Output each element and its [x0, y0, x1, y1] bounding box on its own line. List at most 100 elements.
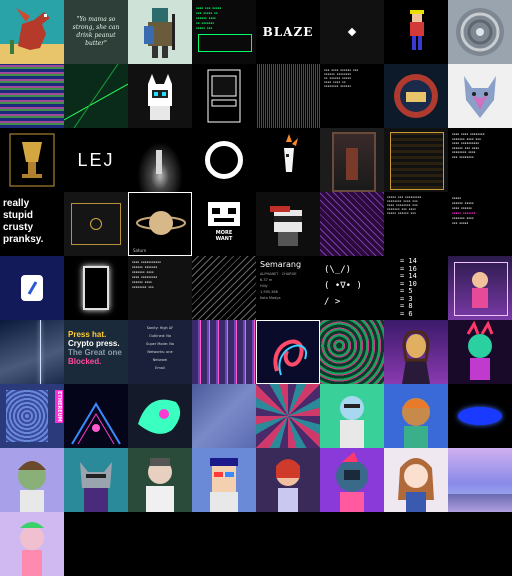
tile-press-hat[interactable]: Press hat. Crypto press. The Great one B…	[64, 320, 128, 384]
tile-avatar-zombie[interactable]	[0, 448, 64, 512]
tile-black-maze[interactable]	[192, 256, 256, 320]
tile-pixel-character[interactable]	[384, 0, 448, 64]
tile-kaomoji[interactable]: (\_/) ( •∇• ) / >	[320, 256, 384, 320]
tile-neon-hall[interactable]	[64, 384, 128, 448]
avatar-zombie-image	[18, 461, 46, 512]
tile-pastel-landscape[interactable]	[448, 448, 512, 512]
tile-wolf[interactable]	[448, 64, 512, 128]
tile-white-ring[interactable]	[192, 128, 256, 192]
robot-words: MORE WANT	[208, 230, 240, 242]
gold-card	[71, 203, 121, 245]
tile-gold-card[interactable]	[64, 192, 128, 256]
robot-word2: WANT	[215, 236, 233, 242]
press-line3: The Great one	[68, 348, 122, 357]
tile-space-streak[interactable]	[0, 320, 64, 384]
tile-green-blob[interactable]	[128, 384, 192, 448]
settings-line-4: Network	[152, 358, 168, 362]
tile-number-list[interactable]: = 14 = 16 = 14 = 10 = 5 = 3 = 8 = 6	[384, 256, 448, 320]
swirl-image	[456, 8, 504, 56]
tile-settings-list[interactable]: Sanity: High AF Outlined: No Super Mode:…	[128, 320, 192, 384]
tile-blue-app-icon[interactable]	[0, 256, 64, 320]
pixel-character-image	[410, 10, 424, 50]
gold-emblem-icon	[90, 218, 102, 230]
tile-info-list[interactable]: ▪▪▪▪ ▪▪▪▪▪▪▪▪▪▪▪ ▪▪▪▪▪▪ ▪▪▪▪▪▪▪ ▪▪▪▪▪▪▪ ▪▪…	[128, 256, 192, 320]
tile-city-card[interactable]: Semarang ALPHANET · CHARGE 6.37 m Hilly …	[256, 256, 320, 320]
avatar-green-image	[340, 396, 364, 448]
tile-glitch-text[interactable]	[0, 64, 64, 128]
tile-mona-lisa[interactable]	[384, 320, 448, 384]
tile-avatar-orange[interactable]	[384, 384, 448, 448]
tile-wolf-character[interactable]	[64, 448, 128, 512]
tile-laser-room[interactable]	[64, 64, 128, 128]
doorway-figure	[346, 148, 358, 180]
neon-frame	[83, 266, 109, 310]
tile-tattoo-avatar[interactable]	[128, 448, 192, 512]
tile-doorway-photo[interactable]	[320, 128, 384, 192]
tile-blaze-logo[interactable]: BLAZE	[256, 0, 320, 64]
tile-code-text[interactable]: ▪▪▪ ▪▪▪▪ ▪▪▪▪▪▪ ▪▪▪ ▪▪▪▪▪▪ ▪▪▪▪▪▪▪▪ ▪▪ ▪▪▪…	[320, 64, 384, 128]
mona-lisa-image	[402, 330, 430, 384]
tile-terminal-green[interactable]: ▪▪▪▪ ▪▪▪ ▪▪▪▪▪ ▪▪▪ ▪▪▪▪▪ ▪▪ ▪▪▪▪▪▪ ▪▪▪▪ ▪▪ …	[192, 0, 256, 64]
tile-stupid-text[interactable]: really stupid crusty pranksy.	[0, 192, 64, 256]
pixel-punk-image	[210, 458, 238, 512]
tile-list-text[interactable]: ▪▪▪▪ ▪▪▪▪ ▪▪▪▪▪▪▪▪ ▪▪▪▪▪▪▪ ▪▪▪▪ ▪▪▪ ▪▪▪▪ ▪…	[448, 128, 512, 192]
tile-astronaut-avatar[interactable]	[320, 448, 384, 512]
badge-image	[394, 74, 438, 118]
tile-ethereum-art[interactable]: ETHEREUM	[0, 384, 64, 448]
llama-image	[284, 134, 298, 172]
tile-raccoon[interactable]	[256, 192, 320, 256]
blaze-logo-text: BLAZE	[262, 25, 314, 39]
tile-gold-trophy[interactable]	[0, 128, 64, 192]
tile-elf-avatar[interactable]	[256, 448, 320, 512]
tile-avatar-green[interactable]	[320, 384, 384, 448]
tile-neon-frame[interactable]	[64, 256, 128, 320]
tile-bar-graphics[interactable]	[192, 320, 256, 384]
tile-mono-text[interactable]: ▪▪▪▪▪ ▪▪▪ ▪▪▪▪▪▪▪▪▪ ▪▪▪▪▪▪▪▪ ▪▪▪▪ ▪▪▪ ▪▪▪▪…	[384, 192, 448, 256]
tile-spotlight-object[interactable]	[128, 128, 192, 192]
cube-icon	[347, 27, 357, 37]
cat-image	[148, 74, 172, 120]
ring-icon	[205, 141, 243, 179]
settings-line-0: Sanity: High AF	[146, 326, 174, 330]
tile-vaporwave-figure[interactable]	[448, 256, 512, 320]
saturn-caption: Saturn	[133, 248, 147, 253]
tile-magenta-list[interactable]: ▪▪▪▪▪ ▪▪▪▪▪▪ ▪▪▪▪▪ ▪▪▪▪ ▪▪▪▪▪▪ ▪▪▪▪▪ ▪▪▪▪▪▪…	[448, 192, 512, 256]
tile-gray-swirl[interactable]	[448, 0, 512, 64]
tile-blue-gradient[interactable]	[192, 384, 256, 448]
arcade-image	[207, 69, 241, 123]
city-line-4: Kota Madya	[260, 296, 281, 300]
tile-anime-girl[interactable]	[384, 448, 448, 512]
tile-robot-poster[interactable]: MORE WANT	[192, 192, 256, 256]
tile-gold-table[interactable]	[384, 128, 448, 192]
elf-avatar-image	[276, 459, 300, 512]
tile-pixel-knight[interactable]	[128, 0, 192, 64]
tile-pixel-punk[interactable]	[192, 448, 256, 512]
anime-girl-image	[398, 458, 434, 512]
tile-binary-noise[interactable]	[256, 64, 320, 128]
blue-disc	[458, 407, 502, 425]
trophy-image	[9, 133, 55, 187]
lej-text: LEJ	[77, 149, 115, 170]
tile-pixel-dragon[interactable]	[0, 0, 64, 64]
kaomoji-line-1: ( •∇• )	[324, 281, 362, 291]
tattoo-avatar-image	[146, 458, 174, 512]
gold-table-frame	[390, 132, 444, 190]
tile-arcade-cabinet[interactable]	[192, 64, 256, 128]
tile-saturn[interactable]: Saturn	[128, 192, 192, 256]
tile-cube-icon[interactable]	[320, 0, 384, 64]
tile-green-pattern[interactable]	[320, 320, 384, 384]
vertical-label: ETHEREUM	[55, 390, 63, 423]
tile-purple-maze[interactable]	[320, 192, 384, 256]
tile-circle-badge[interactable]	[384, 64, 448, 128]
tile-swirl-art[interactable]	[256, 320, 320, 384]
tile-pixel-cat[interactable]	[128, 64, 192, 128]
tile-mandala[interactable]	[256, 384, 320, 448]
tile-neon-character[interactable]	[448, 320, 512, 384]
tile-lej[interactable]: LEJ	[64, 128, 128, 192]
tile-pastel-character[interactable]	[0, 512, 64, 576]
tile-quote[interactable]: "Yo mama so strong, she can drink peanut…	[64, 0, 128, 64]
wolf-character-image	[80, 462, 112, 512]
neon-character-image	[466, 320, 494, 380]
tile-llama[interactable]	[256, 128, 320, 192]
tile-blue-disc[interactable]	[448, 384, 512, 448]
